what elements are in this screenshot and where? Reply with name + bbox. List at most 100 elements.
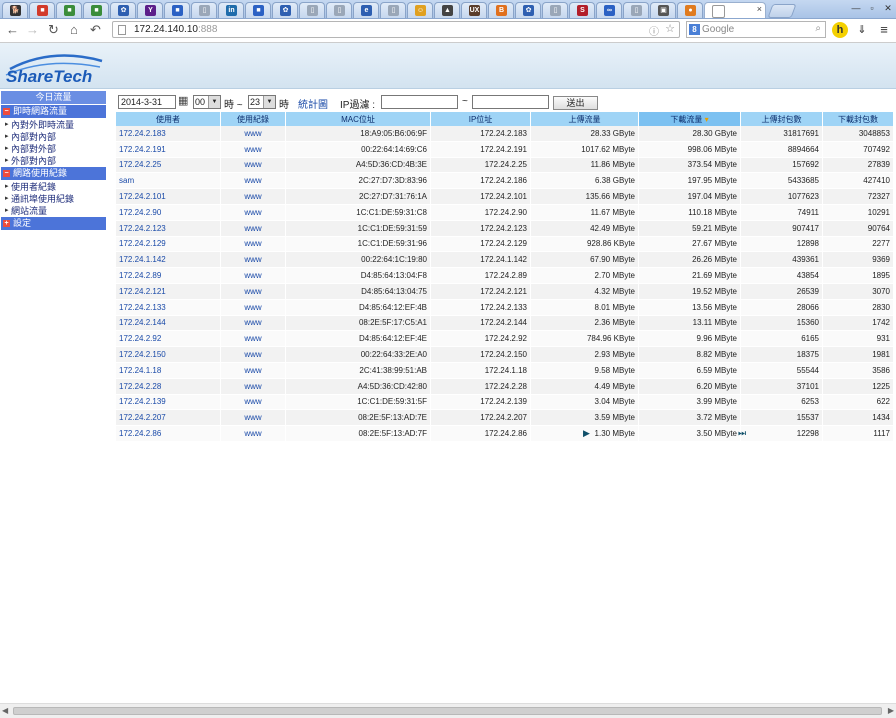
browser-tab[interactable]: ✿ <box>272 2 298 18</box>
column-header[interactable]: 上傳封包數 <box>741 112 822 126</box>
browser-tab[interactable]: ■ <box>83 2 109 18</box>
column-header[interactable]: IP位址 <box>431 112 530 126</box>
record-link[interactable]: www <box>221 378 285 395</box>
user-link[interactable]: 172.24.2.183 <box>116 126 220 142</box>
expand-icon[interactable]: + <box>3 220 10 227</box>
collapse-icon[interactable]: − <box>3 170 10 177</box>
browser-tab[interactable]: ✿ <box>515 2 541 18</box>
info-icon[interactable]: ⓘ <box>649 23 659 38</box>
minimize-button[interactable]: — <box>848 1 864 15</box>
sidebar-section-2[interactable]: + 設定 <box>1 217 106 230</box>
record-link[interactable]: www <box>221 189 285 205</box>
browser-tab[interactable]: ▣ <box>650 2 676 18</box>
record-link[interactable]: www <box>221 362 285 379</box>
browser-tab-active[interactable]: × <box>704 2 766 18</box>
sidebar-item-0-2[interactable]: ▸ 內部對外部 <box>1 143 106 155</box>
browser-tab[interactable]: ∞ <box>596 2 622 18</box>
browser-tab[interactable]: ■ <box>164 2 190 18</box>
sidebar-item-today-traffic[interactable]: 今日流量 <box>1 91 106 104</box>
user-link[interactable]: 172.24.2.28 <box>116 378 220 395</box>
user-link[interactable]: 172.24.2.150 <box>116 347 220 363</box>
browser-tab[interactable]: 🐕 <box>2 2 28 18</box>
browser-tab[interactable]: ✿ <box>110 2 136 18</box>
ip-from-input[interactable] <box>381 95 458 109</box>
record-link[interactable]: www <box>221 141 285 158</box>
user-link[interactable]: 172.24.1.142 <box>116 252 220 269</box>
sidebar-item-1-1[interactable]: ▸ 通訊埠使用紀錄 <box>1 193 106 205</box>
address-bar[interactable]: 172.24.140.10:888 ⓘ ☆ <box>112 21 680 38</box>
user-link[interactable]: 172.24.2.139 <box>116 394 220 411</box>
date-input[interactable]: 2014-3-31 <box>118 95 176 109</box>
column-header[interactable]: 上傳流量 <box>531 112 638 126</box>
user-link[interactable]: sam <box>116 173 220 190</box>
user-link[interactable]: 172.24.2.191 <box>116 141 220 158</box>
sidebar-item-0-3[interactable]: ▸ 外部對內部 <box>1 155 106 167</box>
browser-tab[interactable]: ■ <box>29 2 55 18</box>
close-window-button[interactable]: ✕ <box>880 1 896 15</box>
record-link[interactable]: www <box>221 283 285 300</box>
sidebar-item-1-2[interactable]: ▸ 網站流量 <box>1 205 106 217</box>
new-tab-button[interactable] <box>767 4 797 18</box>
scrollbar-thumb[interactable] <box>13 707 882 715</box>
record-link[interactable]: www <box>221 173 285 190</box>
extension-h-icon[interactable]: h <box>832 22 848 38</box>
user-link[interactable]: 172.24.2.207 <box>116 410 220 427</box>
record-link[interactable]: www <box>221 426 285 442</box>
browser-tab[interactable]: ▯ <box>380 2 406 18</box>
browser-tab[interactable]: ■ <box>56 2 82 18</box>
hour-from-select[interactable]: 00 ▼ <box>193 95 221 109</box>
record-link[interactable]: www <box>221 268 285 284</box>
user-link[interactable]: 172.24.2.123 <box>116 220 220 237</box>
user-link[interactable]: 172.24.2.101 <box>116 189 220 205</box>
sidebar-section-1[interactable]: − 網路使用紀錄 <box>1 167 106 180</box>
scroll-left-icon[interactable]: ◀ <box>2 706 8 715</box>
user-link[interactable]: 172.24.2.86 <box>116 426 220 442</box>
record-link[interactable]: www <box>221 204 285 221</box>
next-page-icon[interactable]: ▶ <box>583 428 590 439</box>
browser-tab[interactable]: Y <box>137 2 163 18</box>
chart-link[interactable]: 統計圖 <box>298 96 328 111</box>
browser-tab[interactable]: e <box>353 2 379 18</box>
user-link[interactable]: 172.24.2.144 <box>116 315 220 332</box>
bookmark-star-icon[interactable]: ☆ <box>665 22 675 35</box>
record-link[interactable]: www <box>221 347 285 363</box>
calendar-icon[interactable]: ▦ <box>178 94 188 107</box>
hour-to-select[interactable]: 23 ▼ <box>248 95 276 109</box>
record-link[interactable]: www <box>221 126 285 142</box>
reload-icon[interactable]: ↻ <box>48 22 59 38</box>
browser-tab[interactable]: ▯ <box>191 2 217 18</box>
last-page-icon[interactable]: ⏭ <box>738 428 746 439</box>
browser-tab[interactable]: ▯ <box>299 2 325 18</box>
browser-tab[interactable]: ▯ <box>542 2 568 18</box>
column-header[interactable]: 使用者 <box>116 112 220 126</box>
record-link[interactable]: www <box>221 299 285 316</box>
user-link[interactable]: 172.24.2.90 <box>116 204 220 221</box>
menu-icon[interactable]: ≡ <box>876 22 892 38</box>
user-link[interactable]: 172.24.2.25 <box>116 157 220 174</box>
record-link[interactable]: www <box>221 394 285 411</box>
browser-tab[interactable]: ● <box>677 2 703 18</box>
user-link[interactable]: 172.24.2.121 <box>116 283 220 300</box>
browser-tab[interactable]: in <box>218 2 244 18</box>
sidebar-section-0[interactable]: − 即時網路流量 <box>1 105 106 118</box>
download-icon[interactable]: ⇓ <box>854 22 870 38</box>
user-link[interactable]: 172.24.2.129 <box>116 236 220 253</box>
sidebar-item-0-1[interactable]: ▸ 內部對內部 <box>1 131 106 143</box>
record-link[interactable]: www <box>221 331 285 348</box>
user-link[interactable]: 172.24.2.89 <box>116 268 220 284</box>
record-link[interactable]: www <box>221 236 285 253</box>
sidebar-item-1-0[interactable]: ▸ 使用者紀錄 <box>1 181 106 193</box>
browser-tab[interactable]: ▯ <box>326 2 352 18</box>
column-header[interactable]: 下載封包數 <box>823 112 893 126</box>
user-link[interactable]: 172.24.1.18 <box>116 362 220 379</box>
ip-to-input[interactable] <box>472 95 549 109</box>
sidebar-item-0-0[interactable]: ▸ 內對外即時流量 <box>1 119 106 131</box>
user-link[interactable]: 172.24.2.92 <box>116 331 220 348</box>
maximize-button[interactable]: ▫ <box>864 1 880 15</box>
column-header[interactable]: 使用紀錄 <box>221 112 285 126</box>
record-link[interactable]: www <box>221 315 285 332</box>
browser-tab[interactable]: S <box>569 2 595 18</box>
browser-tab[interactable]: ■ <box>245 2 271 18</box>
browser-tab[interactable]: UX <box>461 2 487 18</box>
collapse-icon[interactable]: − <box>3 108 10 115</box>
